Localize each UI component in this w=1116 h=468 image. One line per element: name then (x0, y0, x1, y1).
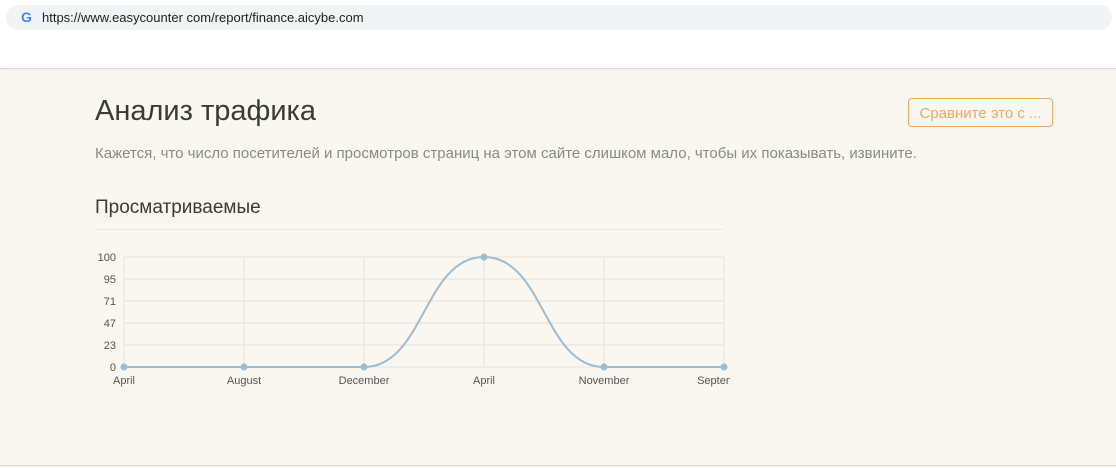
compare-button[interactable]: Сравните это с ... (908, 98, 1053, 127)
x-tick-label: December (339, 375, 390, 387)
series-line (124, 255, 724, 368)
x-tick-label: November (579, 375, 630, 387)
pageviews-line-chart: 0 23 47 71 95 100 April August December April Nove… (98, 252, 730, 387)
google-icon: G (21, 9, 32, 25)
footer-divider (0, 465, 1116, 466)
data-point (480, 253, 488, 261)
url-text[interactable]: https://www.easycounter com/report/finan… (42, 10, 364, 25)
data-point (120, 363, 128, 371)
x-tick-label: April (113, 375, 135, 387)
data-point (360, 363, 368, 371)
page-description: Кажется, что число посетителей и просмот… (95, 145, 917, 162)
x-tick-label: September (697, 375, 730, 387)
y-tick-label: 95 (104, 274, 116, 286)
address-bar[interactable]: G https://www.easycounter com/report/fin… (6, 5, 1112, 30)
y-tick-label: 71 (104, 296, 116, 308)
y-tick-label: 0 (110, 362, 116, 374)
y-tick-label: 100 (98, 252, 116, 264)
x-tick-label: August (227, 375, 261, 387)
section-divider (95, 229, 723, 230)
x-tick-label: April (473, 375, 495, 387)
data-point (240, 363, 248, 371)
section-title: Просматриваемые (95, 197, 261, 218)
page-title: Анализ трафика (95, 95, 317, 127)
y-tick-label: 47 (104, 318, 116, 330)
y-tick-label: 23 (104, 340, 116, 352)
browser-toolbar: G https://www.easycounter com/report/fin… (0, 0, 1116, 69)
data-point (720, 363, 728, 371)
data-point (600, 363, 608, 371)
